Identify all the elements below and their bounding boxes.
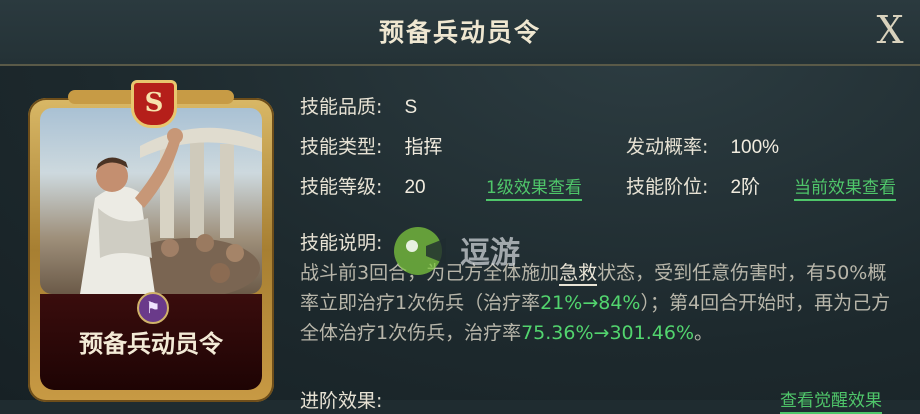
quality-label: 技能品质: — [300, 96, 383, 118]
quality-value: S — [404, 97, 418, 118]
current-effect-link[interactable]: 当前效果查看 — [794, 178, 896, 201]
stage-row: 技能阶位: 2阶 — [626, 172, 760, 199]
type-value: 指挥 — [404, 137, 443, 158]
dialog-title: 预备兵动员令 — [378, 18, 541, 47]
heal-rate-1: 21%→84% — [540, 292, 641, 314]
grade-wing-left — [68, 90, 138, 104]
quality-row: 技能品质: S — [300, 92, 417, 119]
stage-value: 2阶 — [730, 177, 761, 198]
first-aid-keyword[interactable]: 急救 — [559, 262, 598, 286]
desc-part-4: 。 — [694, 322, 714, 344]
awaken-link-wrap: 查看觉醒效果 — [780, 386, 882, 414]
skill-card: 预备兵动员令 S ⚑ — [28, 80, 274, 402]
grade-badge: S — [131, 80, 177, 128]
probability-label: 发动概率: — [626, 136, 709, 158]
description-label: 技能说明: — [300, 232, 383, 254]
card-name: 预备兵动员令 — [79, 330, 223, 358]
type-label: 技能类型: — [300, 136, 383, 158]
skill-dialog: 预备兵动员令 X 预备兵动员令 S ⚑ 技能品质: S 技能类型: 指挥 发动概… — [0, 0, 920, 414]
stage-label: 技能阶位: — [626, 176, 709, 198]
type-row: 技能类型: 指挥 — [300, 132, 442, 159]
dialog-header: 预备兵动员令 X — [0, 0, 920, 66]
level-value: 20 — [404, 177, 426, 198]
desc-part-1: 战斗前3回合，为己方全体施加 — [300, 262, 560, 284]
stage-link-wrap: 当前效果查看 — [794, 173, 896, 201]
faction-emblem-icon: ⚑ — [137, 292, 169, 324]
card-artwork — [40, 108, 262, 294]
level-label: 技能等级: — [300, 176, 383, 198]
probability-value: 100% — [730, 137, 780, 158]
description-heading: 技能说明: — [300, 228, 382, 255]
level-row: 技能等级: 20 — [300, 172, 426, 199]
heal-rate-2: 75.36%→301.46% — [521, 322, 694, 344]
probability-row: 发动概率: 100% — [626, 132, 779, 159]
description-text: 战斗前3回合，为己方全体施加急救状态，受到任意伤害时，有50%概率立即治疗1次伤… — [300, 258, 900, 348]
level1-effect-link[interactable]: 1级效果查看 — [486, 178, 582, 201]
advance-label: 进阶效果: — [300, 390, 383, 412]
awaken-effect-link[interactable]: 查看觉醒效果 — [780, 391, 882, 414]
orator-illustration — [80, 127, 262, 294]
close-button[interactable]: X — [868, 8, 912, 52]
level-link-wrap: 1级效果查看 — [486, 173, 582, 201]
